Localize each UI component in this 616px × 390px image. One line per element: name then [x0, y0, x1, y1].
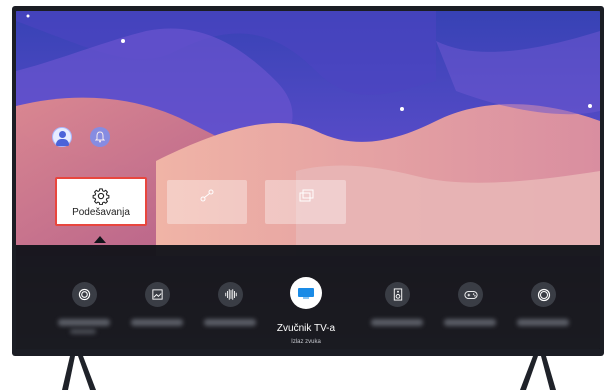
tv-speaker-icon — [290, 277, 322, 309]
target-icon — [72, 282, 97, 307]
sound-option-tv-speaker[interactable]: Zvučnik TV-a Izlaz zvuka — [270, 245, 342, 349]
source-icon — [200, 189, 214, 202]
source-tile[interactable] — [167, 180, 247, 224]
blurred-label — [371, 319, 423, 326]
power-ring-icon — [531, 282, 556, 307]
speaker-icon — [385, 282, 410, 307]
blurred-label — [58, 319, 110, 326]
sound-option-5[interactable] — [361, 245, 433, 349]
blurred-label — [131, 319, 183, 326]
sound-option-1[interactable] — [48, 245, 120, 349]
sound-option-3[interactable] — [194, 245, 266, 349]
equalizer-icon — [218, 282, 243, 307]
selected-option-label: Zvučnik TV-a — [276, 323, 336, 334]
profile-avatar-icon[interactable] — [52, 127, 72, 147]
image-icon — [145, 282, 170, 307]
tv-stand — [62, 356, 556, 390]
sound-option-6[interactable] — [434, 245, 506, 349]
selection-pointer — [94, 236, 106, 243]
gear-icon — [92, 188, 110, 205]
settings-tile-label: Podešavanja — [72, 207, 130, 218]
multiview-tile[interactable] — [265, 180, 346, 224]
gamepad-icon — [458, 282, 483, 307]
blurred-label — [444, 319, 496, 326]
blurred-label — [204, 319, 256, 326]
profile-head — [59, 131, 66, 138]
selected-option-sublabel: Izlaz zvuka — [291, 339, 321, 345]
settings-tile[interactable]: Podešavanja — [55, 177, 147, 226]
sound-option-7[interactable] — [507, 245, 579, 349]
profile-body — [56, 139, 69, 146]
blurred-sublabel — [70, 329, 96, 334]
multi-window-icon — [299, 189, 313, 202]
blurred-label — [517, 319, 569, 326]
bell-icon[interactable] — [90, 127, 110, 147]
sound-option-2[interactable] — [121, 245, 193, 349]
sound-output-panel: Zvučnik TV-a Izlaz zvuka — [16, 245, 600, 349]
